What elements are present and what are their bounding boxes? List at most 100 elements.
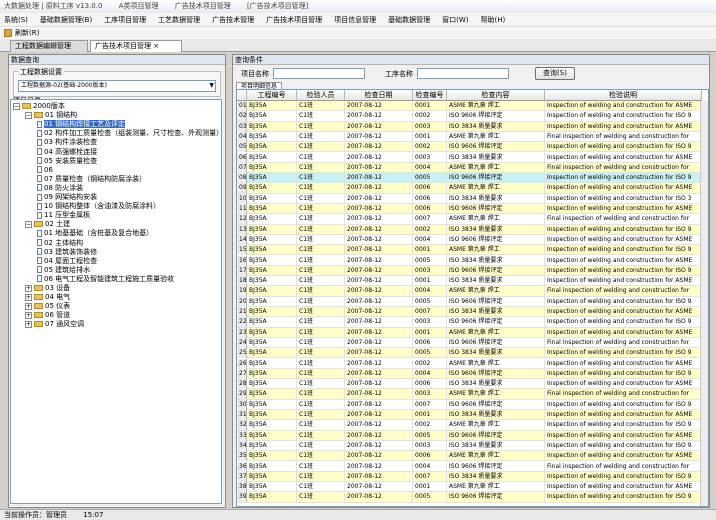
table-row[interactable]: 07 BJ35A C1班 2007-08-12 0004 ASME 第九章 焊工 Final…	[237, 162, 708, 174]
tree-item[interactable]: 04 高强螺栓连接	[37, 148, 97, 157]
table-row[interactable]: 30 BJ35A C1班 2007-08-12 0007 ISO 9606 焊接评定 Ins…	[237, 399, 708, 410]
tab-project-management[interactable]: 广告技术项目管理 ×	[90, 40, 182, 52]
tree-folder[interactable]: +05 仪表	[25, 302, 70, 311]
column-header[interactable]: 检验说明	[545, 90, 702, 101]
table-row[interactable]: 28 BJ35A C1班 2007-08-12 0006 ISO 3834 质量要求 Ins…	[237, 379, 708, 390]
tree-item[interactable]: 07 质量检查（钢结构防腐涂装）	[37, 175, 146, 184]
table-row[interactable]: 27 BJ35A C1班 2007-08-12 0004 ISO 9606 焊接评定 Ins…	[237, 368, 708, 380]
table-row[interactable]: 22 BJ35A C1班 2007-08-12 0003 ISO 9606 焊接评定 Ins…	[237, 317, 708, 328]
tree-item[interactable]: 06 电气工程及智能建筑工程施工质量验收	[37, 275, 174, 284]
column-header[interactable]: 检查日期	[345, 90, 413, 101]
table-row[interactable]: 16 BJ35A C1班 2007-08-12 0005 ISO 3834 质量要求 Ins…	[237, 255, 708, 266]
project-name-input[interactable]	[273, 68, 365, 79]
tree-folder[interactable]: +03 设备	[25, 284, 70, 293]
menu-item[interactable]: 基础数据管理(B)	[40, 16, 92, 24]
column-header[interactable]: 检查内容	[447, 90, 545, 101]
table-row[interactable]: 37 BJ35A C1班 2007-08-12 0007 ISO 3834 质量要求 Ins…	[237, 471, 708, 483]
menu-item[interactable]: 系统(S)	[4, 16, 28, 24]
tab-edit-management[interactable]: 工程数据编辑管理	[10, 40, 88, 52]
table-row[interactable]: 06 BJ35A C1班 2007-08-12 0003 ISO 3834 质量要求 Ins…	[237, 152, 708, 163]
column-header[interactable]: 检查编号	[413, 90, 447, 101]
menu-item[interactable]: 工艺数据管理	[158, 16, 200, 24]
expand-icon[interactable]: +	[25, 293, 32, 301]
menu-item[interactable]: 广告技术项目管理	[266, 16, 322, 24]
expand-icon[interactable]: +	[25, 320, 32, 328]
table-row[interactable]: 21 BJ35A C1班 2007-08-12 0007 ISO 3834 质量要求 Ins…	[237, 307, 708, 318]
project-tree[interactable]: −2000版本 −01 钢结构 01 钢结构焊接工艺及评定 02 构件加工质量检查（组…	[10, 99, 222, 504]
tree-folder[interactable]: − 01 钢结构	[25, 111, 77, 120]
tree-item[interactable]: 04 屋面工程检查	[37, 257, 97, 266]
menu-item[interactable]: 广告技术管理	[212, 16, 254, 24]
table-row[interactable]: 17 BJ35A C1班 2007-08-12 0003 ISO 9606 焊接评定 Ins…	[237, 265, 708, 277]
tree-folder[interactable]: +04 电气	[25, 293, 70, 302]
expand-icon[interactable]: +	[25, 302, 32, 310]
data-source-select[interactable]: 工程数据源-02(基础-2000版本) ▼	[18, 80, 216, 92]
tree-item[interactable]: 09 网架结构安装	[37, 193, 97, 202]
table-row[interactable]: 35 BJ35A C1班 2007-08-12 0006 ASME 第九章 焊工 Inspe…	[237, 451, 708, 462]
table-row[interactable]: 38 BJ35A C1班 2007-08-12 0001 ASME 第九章 焊工 Inspe…	[237, 482, 708, 493]
table-row[interactable]: 13 BJ35A C1班 2007-08-12 0002 ISO 3834 质量要求 Ins…	[237, 224, 708, 235]
table-row[interactable]: 36 BJ35A C1班 2007-08-12 0004 ISO 9606 焊接评定 Fin…	[237, 461, 708, 472]
menu-item[interactable]: 项目信息管理	[334, 16, 376, 24]
vertical-scrollbar[interactable]	[700, 101, 708, 506]
tree-item[interactable]: 01 钢结构焊接工艺及评定	[37, 120, 126, 129]
tree-folder[interactable]: − 2000版本	[13, 102, 65, 111]
table-row[interactable]: 29 BJ35A C1班 2007-08-12 0003 ASME 第九章 焊工 Final…	[237, 389, 708, 400]
table-row[interactable]: 05 BJ35A C1班 2007-08-12 0002 ISO 9606 焊接评定 Ins…	[237, 142, 708, 153]
tree-item[interactable]: 01 地基基础（含桩基及复合地基）	[37, 229, 153, 238]
table-row[interactable]: 31 BJ35A C1班 2007-08-12 0001 ISO 3834 质量要求 Ins…	[237, 410, 708, 421]
table-row[interactable]: 09 BJ35A C1班 2007-08-12 0006 ASME 第九章 焊工 Inspe…	[237, 183, 708, 194]
table-row[interactable]: 12 BJ35A C1班 2007-08-12 0007 ASME 第九章 焊工 Final…	[237, 214, 708, 225]
table-row[interactable]: 25 BJ35A C1班 2007-08-12 0005 ISO 3834 质量要求 Ins…	[237, 348, 708, 359]
menu-item[interactable]: 窗口(W)	[442, 16, 468, 24]
table-row[interactable]: 20 BJ35A C1班 2007-08-12 0005 ISO 9606 焊接评定 Ins…	[237, 296, 708, 307]
menu-item[interactable]: 帮助(H)	[481, 16, 506, 24]
tree-item[interactable]: 02 主体结构	[37, 239, 83, 248]
table-row[interactable]: 15 BJ35A C1班 2007-08-12 0001 ASME 第九章 焊工 Inspe…	[237, 245, 708, 256]
tree-item[interactable]: 03 建筑装饰装修	[37, 248, 97, 257]
tree-item[interactable]: 05 建筑给排水	[37, 266, 90, 275]
tree-item[interactable]: 11 压型金属板	[37, 211, 90, 220]
tree-item[interactable]: 10 钢结构整体（含油漆及防腐涂料）	[37, 202, 160, 211]
column-header[interactable]: 工程编号	[247, 90, 297, 101]
column-header[interactable]: 检验人员	[297, 90, 345, 101]
expand-icon[interactable]: +	[25, 284, 32, 292]
tree-item[interactable]: 06	[37, 166, 53, 175]
tree-item[interactable]: 05 安装质量检查	[37, 157, 97, 166]
refresh-icon[interactable]	[4, 29, 12, 37]
table-row[interactable]: 32 BJ35A C1班 2007-08-12 0002 ASME 第九章 焊工 Inspe…	[237, 420, 708, 431]
search-button[interactable]: 查询(S)	[535, 67, 575, 80]
table-row[interactable]: 02 BJ35A C1班 2007-08-12 0002 ISO 9606 焊接评定 Ins…	[237, 111, 708, 122]
process-name-input[interactable]	[417, 68, 509, 79]
refresh-button[interactable]: 刷新(R)	[15, 29, 39, 37]
tree-item[interactable]: 08 防火涂装	[37, 184, 83, 193]
menu-item[interactable]: 基础数据管理	[388, 16, 430, 24]
collapse-icon[interactable]: −	[13, 102, 20, 110]
tree-item[interactable]: 02 构件加工质量检查（组装测量、尺寸检查、外观测量）	[37, 129, 221, 138]
table-row[interactable]: 18 BJ35A C1班 2007-08-12 0001 ISO 3834 质量要求 Ins…	[237, 276, 708, 287]
expand-icon[interactable]: +	[25, 311, 32, 319]
collapse-icon[interactable]: −	[25, 220, 32, 228]
table-row[interactable]: 01 BJ35A C1班 2007-08-12 0001 ASME 第九章 焊工 Inspe…	[237, 101, 708, 112]
table-row[interactable]: 11 BJ35A C1班 2007-08-12 0006 ISO 9606 焊接评定 Ins…	[237, 204, 708, 215]
tree-folder[interactable]: − 02 土建	[25, 220, 70, 229]
table-row[interactable]: 10 BJ35A C1班 2007-08-12 0006 ISO 3834 质量要求 Ins…	[237, 193, 708, 204]
table-row[interactable]: 04 BJ35A C1班 2007-08-12 0001 ASME 第九章 焊工 Final…	[237, 131, 708, 143]
table-row[interactable]: 39 BJ35A C1班 2007-08-12 0005 ISO 9606 焊接评定 Ins…	[237, 492, 708, 503]
table-row[interactable]: 34 BJ35A C1班 2007-08-12 0003 ISO 3834 质量要求 Ins…	[237, 440, 708, 452]
tree-folder[interactable]: +06 管道	[25, 311, 70, 320]
table-row[interactable]: 26 BJ35A C1班 2007-08-12 0002 ASME 第九章 焊工 Inspe…	[237, 358, 708, 369]
close-icon[interactable]: ×	[153, 42, 159, 50]
table-row[interactable]: 08 BJ35A C1班 2007-08-12 0005 ISO 9606 焊接评定 Ins…	[237, 173, 708, 184]
table-row[interactable]: 03 BJ35A C1班 2007-08-12 0003 ISO 3834 质量要求 Ins…	[237, 121, 708, 132]
tree-folder[interactable]: +07 通风空调	[25, 320, 84, 329]
column-header[interactable]	[237, 90, 247, 101]
table-row[interactable]: 33 BJ35A C1班 2007-08-12 0005 ISO 9606 焊接评定 Ins…	[237, 430, 708, 441]
table-row[interactable]: 24 BJ35A C1班 2007-08-12 0006 ISO 9606 焊接评定 Fin…	[237, 337, 708, 349]
table-row[interactable]: 19 BJ35A C1班 2007-08-12 0004 ASME 第九章 焊工 Final…	[237, 286, 708, 297]
menu-item[interactable]: 工序项目管理	[104, 16, 146, 24]
table-row[interactable]: 14 BJ35A C1班 2007-08-12 0004 ISO 9606 焊接评定 Ins…	[237, 234, 708, 246]
collapse-icon[interactable]: −	[25, 111, 32, 119]
table-row[interactable]: 23 BJ35A C1班 2007-08-12 0001 ASME 第九章 焊工 Inspe…	[237, 327, 708, 338]
chevron-down-icon[interactable]: ▼	[209, 81, 214, 91]
